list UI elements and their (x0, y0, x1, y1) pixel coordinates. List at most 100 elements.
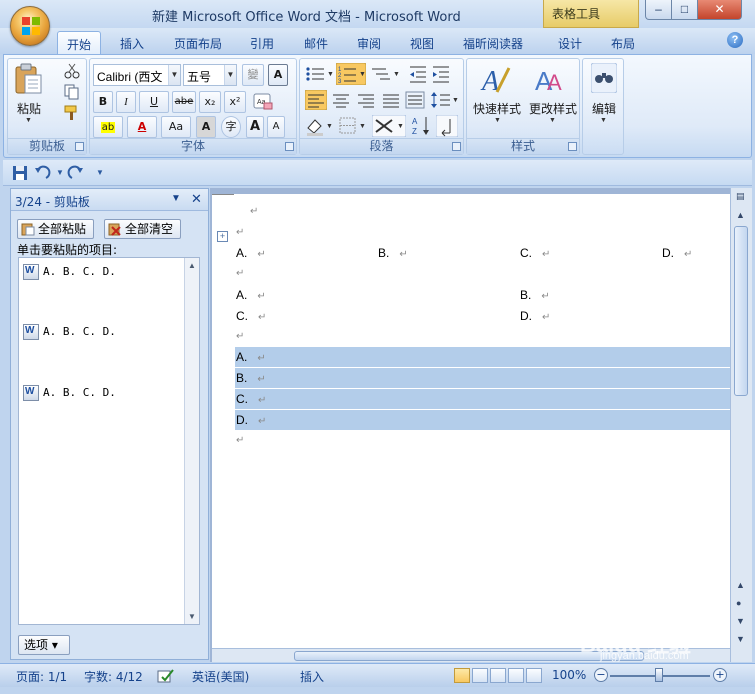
outline-view-icon[interactable] (508, 668, 524, 683)
clipboard-launcher-button[interactable] (75, 142, 84, 151)
draft-view-icon[interactable] (526, 668, 542, 683)
language-indicator[interactable]: 英语(美国) (192, 668, 249, 685)
selected-line[interactable] (235, 368, 730, 388)
tab-home[interactable]: 开始 (57, 31, 101, 54)
tab-foxit-reader[interactable]: 福昕阅读器 (455, 31, 531, 54)
option-cell[interactable]: B. ↵ (378, 246, 408, 260)
font-launcher-button[interactable] (285, 142, 294, 151)
option-cell[interactable]: C. ↵ (236, 392, 266, 406)
tab-page-layout[interactable]: 页面布局 (166, 31, 230, 54)
previous-page-icon[interactable]: ▲ (736, 580, 745, 590)
tab-mailings[interactable]: 邮件 (296, 31, 336, 54)
chevron-down-icon[interactable]: ▼ (168, 65, 180, 85)
zoom-out-icon[interactable]: − (594, 668, 608, 682)
justify-icon[interactable] (380, 90, 402, 110)
bold-button[interactable]: B (93, 91, 113, 113)
next-page-icon[interactable]: ▼ (736, 616, 745, 626)
tab-review[interactable]: 审阅 (349, 31, 389, 54)
styles-launcher-button[interactable] (568, 142, 577, 151)
grow-font-button[interactable]: A (246, 116, 264, 138)
line-spacing-icon[interactable]: ▼ (430, 90, 458, 110)
cut-icon[interactable] (64, 63, 80, 79)
office-button[interactable] (10, 6, 50, 46)
phonetic-guide-button[interactable]: 變 (242, 64, 264, 86)
underline-button[interactable]: U (139, 91, 169, 113)
chevron-down-icon[interactable]: ▼ (549, 117, 556, 124)
word-count[interactable]: 字数: 4/12 (84, 668, 143, 685)
quick-styles-label[interactable]: 快速样式 (469, 100, 525, 117)
chevron-down-icon[interactable]: ▼ (600, 117, 607, 124)
enclose-characters-button[interactable]: 字 (221, 116, 241, 138)
clipboard-scrollbar[interactable]: ▲ ▼ (184, 258, 199, 624)
bullets-icon[interactable]: ▼ (304, 64, 334, 84)
align-right-icon[interactable] (355, 90, 377, 110)
character-shading-button[interactable]: A (196, 116, 216, 138)
quick-styles-icon[interactable]: A (479, 62, 513, 96)
web-layout-view-icon[interactable] (490, 668, 506, 683)
undo-icon[interactable] (33, 164, 51, 182)
help-icon[interactable]: ? (727, 32, 743, 48)
option-cell[interactable]: D. ↵ (662, 246, 692, 260)
clipboard-item[interactable]: A. B. C. D. (23, 385, 116, 405)
distributed-icon[interactable] (404, 90, 426, 110)
tab-table-design[interactable]: 设计 (550, 31, 590, 54)
scroll-down-icon[interactable]: ▼ (736, 634, 745, 644)
full-screen-reading-view-icon[interactable] (472, 668, 488, 683)
paragraph-launcher-button[interactable] (452, 142, 461, 151)
insert-mode[interactable]: 插入 (300, 668, 324, 685)
option-cell[interactable]: C. ↵ (236, 309, 266, 323)
selected-line[interactable] (235, 347, 730, 367)
option-cell[interactable]: B. ↵ (520, 288, 550, 302)
format-painter-icon[interactable] (64, 105, 80, 121)
change-case-button[interactable]: Aa (161, 116, 191, 138)
minimize-button[interactable]: – (645, 0, 672, 20)
tab-insert[interactable]: 插入 (112, 31, 152, 54)
select-browse-object-icon[interactable]: ● (736, 598, 741, 608)
paste-all-button[interactable]: 全部粘贴 (17, 219, 94, 239)
scroll-up-icon[interactable]: ▲ (188, 261, 196, 270)
align-center-icon[interactable] (330, 90, 352, 110)
multilevel-list-icon[interactable]: ▼ (370, 64, 400, 84)
chinese-layout-icon[interactable]: ▼ (372, 115, 406, 137)
font-name-combo[interactable]: Calibri (西文 ▼ (93, 64, 181, 86)
clear-formatting-icon[interactable]: Aa (252, 92, 274, 112)
chevron-down-icon[interactable]: ▼ (494, 117, 501, 124)
highlight-button[interactable]: ab (93, 116, 123, 138)
zoom-level[interactable]: 100% (552, 668, 586, 682)
save-icon[interactable] (11, 164, 29, 182)
shrink-font-button[interactable]: A (267, 116, 285, 138)
table-move-handle-icon[interactable]: + (217, 231, 228, 242)
ruler-toggle-icon[interactable]: ▤ (736, 191, 745, 202)
customize-toolbar-icon[interactable]: ▼ (91, 164, 109, 182)
redo-icon[interactable] (67, 164, 85, 182)
change-styles-icon[interactable]: A A (533, 62, 567, 96)
option-cell[interactable]: D. ↵ (236, 413, 266, 427)
option-cell[interactable]: A. ↵ (236, 246, 266, 260)
scroll-down-icon[interactable]: ▼ (188, 612, 196, 621)
align-left-icon[interactable] (305, 90, 327, 110)
superscript-button[interactable]: x² (224, 91, 246, 113)
change-styles-label[interactable]: 更改样式 (525, 100, 581, 117)
zoom-slider-thumb[interactable] (655, 668, 663, 682)
document-page[interactable]: ↵ + ↵ A. ↵ B. ↵ C. ↵ D. ↵ ↵ A. ↵ B. ↵ C. ↵ D. ↵ … (212, 194, 730, 648)
clear-all-button[interactable]: 全部清空 (104, 219, 181, 239)
font-color-button[interactable]: A (127, 116, 157, 138)
clipboard-item[interactable]: A. B. C. D. (23, 264, 116, 284)
numbering-icon[interactable]: 123 ▼ (336, 63, 366, 85)
vertical-scrollbar[interactable]: ▤ ▲ ▲ ● ▼ ▼ (730, 188, 752, 662)
character-border-button[interactable]: A (268, 64, 288, 86)
maximize-button[interactable]: □ (671, 0, 698, 20)
shading-icon[interactable]: ▼ (305, 116, 335, 136)
borders-icon[interactable]: ▼ (338, 116, 368, 136)
tab-references[interactable]: 引用 (242, 31, 282, 54)
proofing-icon[interactable] (156, 668, 176, 684)
option-cell[interactable]: A. ↵ (236, 350, 266, 364)
decrease-indent-icon[interactable] (408, 64, 428, 84)
editing-label[interactable]: 编辑 (583, 100, 625, 117)
close-button[interactable]: ✕ (697, 0, 742, 20)
show-marks-icon[interactable] (436, 115, 458, 137)
options-button[interactable]: 选项 ▾ (18, 635, 70, 655)
option-cell[interactable]: B. ↵ (236, 371, 266, 385)
page-indicator[interactable]: 页面: 1/1 (16, 668, 67, 685)
chevron-down-icon[interactable]: ▼ (224, 65, 236, 85)
